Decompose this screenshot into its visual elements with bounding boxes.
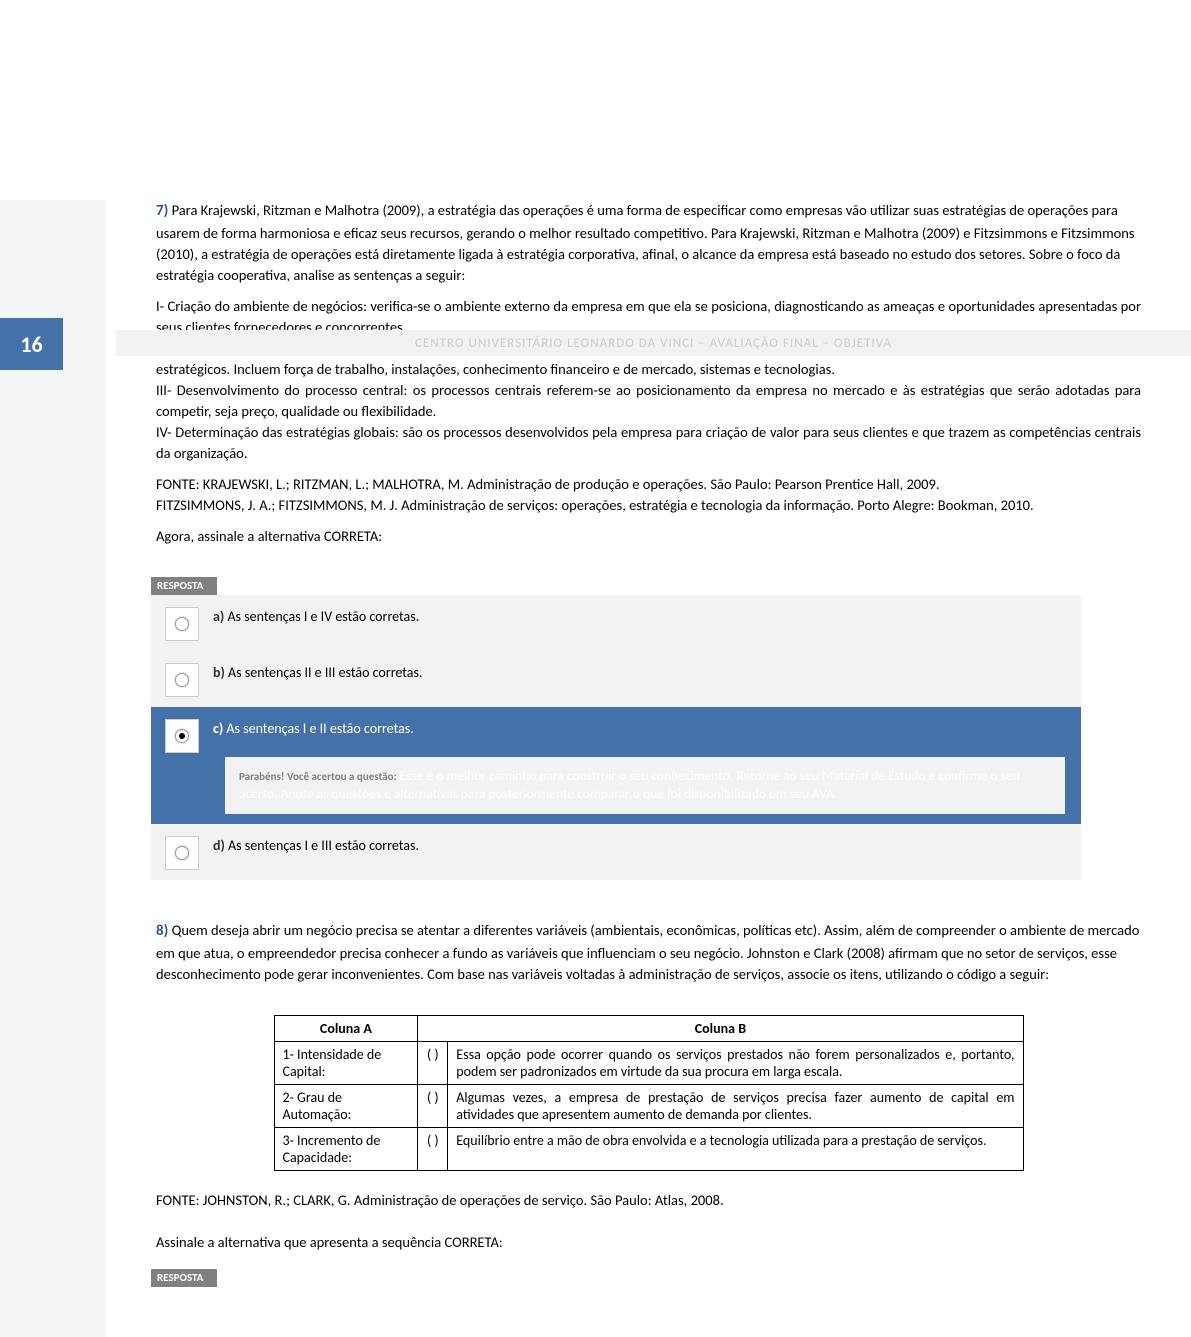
- radio-box[interactable]: [165, 719, 199, 753]
- table-row: 2- Grau de Automação: ( ) Algumas vezes,…: [274, 1085, 1023, 1128]
- q8-row2-b: Algumas vezes, a empresa de prestação de…: [448, 1085, 1023, 1128]
- q8-matching-table: Coluna A Coluna B 1- Intensidade de Capi…: [274, 1015, 1024, 1171]
- q8-row1-a: 1- Intensidade de Capital:: [274, 1042, 418, 1085]
- q7-option-b-text: b) As sentenças II e III estão corretas.: [201, 661, 1071, 685]
- q7-feedback: Parabéns! Você acertou a questão: Esse é…: [225, 757, 1065, 815]
- q7-option-b[interactable]: b) As sentenças II e III estão corretas.: [151, 651, 1081, 707]
- page-header: CENTRO UNIVERSITÁRIO LEONARDO DA VINCI –…: [116, 330, 1191, 356]
- q7-answer-options: a) As sentenças I e IV estão corretas. b…: [151, 595, 1081, 880]
- question-7: 7) Para Krajewski, Ritzman e Malhotra (2…: [156, 200, 1141, 547]
- q7-text: Para Krajewski, Ritzman e Malhotra (2009…: [156, 201, 1135, 284]
- q7-item-4: IV- Determinação das estratégias globais…: [156, 422, 1141, 464]
- radio-icon: [175, 846, 189, 860]
- q8-row1-paren[interactable]: ( ): [418, 1042, 448, 1085]
- table-row: 1- Intensidade de Capital: ( ) Essa opçã…: [274, 1042, 1023, 1085]
- q7-label: 7): [156, 202, 168, 220]
- option-text-value: As sentenças I e IV estão corretas.: [227, 608, 419, 625]
- table-row: 3- Incremento de Capacidade: ( ) Equilíb…: [274, 1128, 1023, 1171]
- radio-cell: [163, 717, 201, 753]
- page-content: CENTRO UNIVERSITÁRIO LEONARDO DA VINCI –…: [106, 200, 1191, 1337]
- q8-text: Quem deseja abrir um negócio precisa se …: [156, 921, 1139, 983]
- question-8: 8) Quem deseja abrir um negócio precisa …: [156, 920, 1141, 985]
- q8-answer-block: RESPOSTA: [151, 1269, 1081, 1287]
- q7-option-d[interactable]: d) As sentenças I e III estão corretas.: [151, 824, 1081, 880]
- q7-option-d-text: d) As sentenças I e III estão corretas.: [201, 834, 1071, 858]
- q8-row3-a: 3- Incremento de Capacidade:: [274, 1128, 418, 1171]
- q8-answer-header: RESPOSTA: [151, 1269, 217, 1287]
- q8-label: 8): [156, 922, 168, 940]
- q8-row1-b: Essa opção pode ocorrer quando os serviç…: [448, 1042, 1023, 1085]
- q8-row2-paren[interactable]: ( ): [418, 1085, 448, 1128]
- q7-prompt: Agora, assinale a alternativa CORRETA:: [156, 526, 1141, 547]
- radio-icon: [175, 617, 189, 631]
- q7-option-a[interactable]: a) As sentenças I e IV estão corretas.: [151, 595, 1081, 651]
- radio-cell: [163, 661, 201, 697]
- q8-col-b-header: Coluna B: [418, 1016, 1023, 1042]
- radio-cell: [163, 834, 201, 870]
- q8-col-a-header: Coluna A: [274, 1016, 418, 1042]
- q8-row2-a: 2- Grau de Automação:: [274, 1085, 418, 1128]
- page-number: 16: [0, 318, 63, 370]
- radio-box[interactable]: [165, 836, 199, 870]
- q7-option-c-text: c) As sentenças I e II estão corretas. P…: [201, 717, 1071, 814]
- radio-cell: [163, 605, 201, 641]
- q7-option-a-text: a) As sentenças I e IV estão corretas.: [201, 605, 1071, 629]
- q8-prompt: Assinale a alternativa que apresenta a s…: [156, 1233, 1141, 1251]
- radio-box[interactable]: [165, 663, 199, 697]
- radio-icon: [175, 673, 189, 687]
- radio-box[interactable]: [165, 607, 199, 641]
- q8-source: FONTE: JOHNSTON, R.; CLARK, G. Administr…: [156, 1191, 1141, 1209]
- q7-source-1: FONTE: KRAJEWSKI, L.; RITZMAN, L.; MALHO…: [156, 474, 1141, 495]
- q7-item-3: III- Desenvolvimento do processo central…: [156, 380, 1141, 422]
- q7-feedback-label: Parabéns! Você acertou a questão:: [239, 770, 397, 783]
- q8-row3-paren[interactable]: ( ): [418, 1128, 448, 1171]
- q8-row3-b: Equilíbrio entre a mão de obra envolvida…: [448, 1128, 1023, 1171]
- q7-answer-block: RESPOSTA a) As sentenças I e IV estão co…: [151, 577, 1081, 880]
- q7-option-c[interactable]: c) As sentenças I e II estão corretas. P…: [151, 707, 1081, 824]
- radio-icon-selected: [175, 729, 189, 743]
- option-text-value: As sentenças II e III estão corretas.: [228, 664, 422, 681]
- option-text-value: As sentenças I e II estão corretas.: [226, 720, 413, 737]
- q7-answer-header: RESPOSTA: [151, 577, 217, 595]
- page-left-margin: [0, 200, 106, 1337]
- q7-source-2: FITZSIMMONS, J. A.; FITZSIMMONS, M. J. A…: [156, 495, 1141, 516]
- option-text-value: As sentenças I e III estão corretas.: [228, 837, 419, 854]
